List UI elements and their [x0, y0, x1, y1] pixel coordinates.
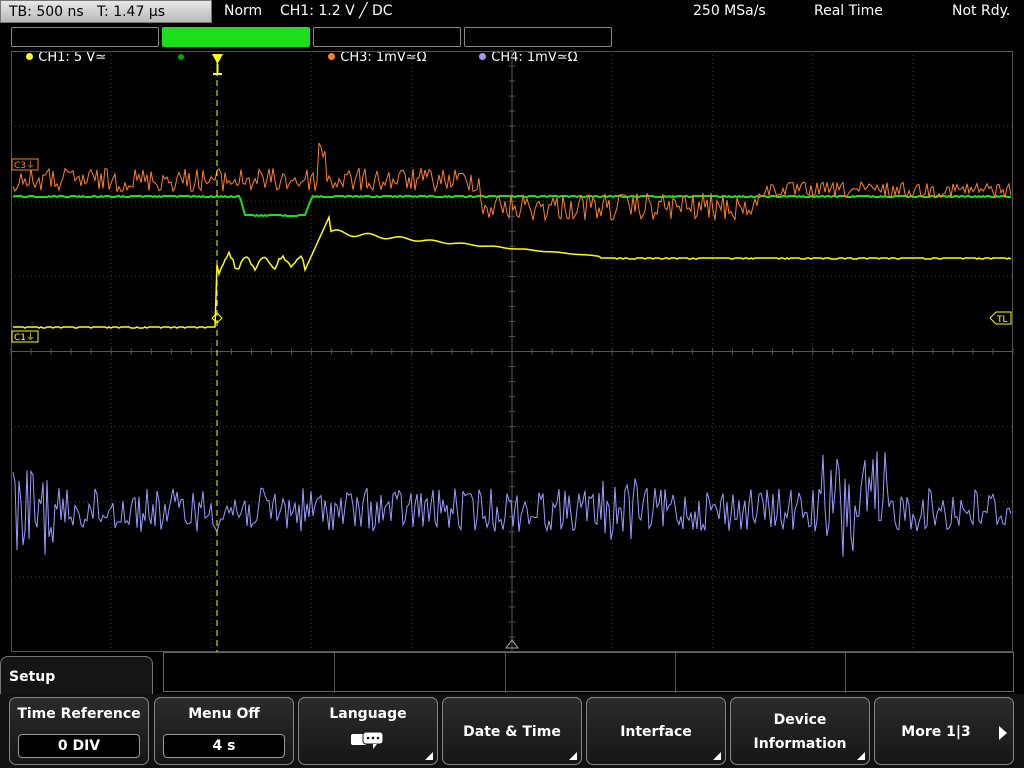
more-label: More 1|3	[901, 724, 971, 740]
c3-marker: C3⏚	[11, 158, 39, 171]
device-info-label-2: Information	[753, 736, 847, 752]
submenu-indicator-icon	[425, 752, 433, 760]
submenu-indicator-icon	[713, 752, 721, 760]
submenu-indicator-icon	[857, 752, 865, 760]
time-reference-label: Time Reference	[17, 706, 141, 722]
next-page-arrow-icon	[999, 726, 1007, 740]
c1-marker: C1⏚	[11, 330, 39, 343]
language-softkey[interactable]: Language	[298, 697, 438, 765]
interface-softkey[interactable]: Interface	[586, 697, 726, 765]
trigger-time-marker-icon	[212, 54, 223, 75]
device-information-softkey[interactable]: Device Information	[730, 697, 870, 765]
time-reference-softkey[interactable]: Time Reference 0 DIV	[9, 697, 149, 765]
c3-marker-label: C3⏚	[14, 160, 35, 171]
submenu-indicator-icon	[569, 752, 577, 760]
more-softkey[interactable]: More 1|3	[874, 697, 1014, 765]
message-area	[163, 652, 1014, 693]
menu-off-softkey[interactable]: Menu Off 4 s	[154, 697, 294, 765]
c1-marker-label: C1⏚	[14, 332, 35, 343]
graticule-grid	[10, 50, 1014, 653]
menu-off-value: 4 s	[163, 734, 285, 758]
date-time-softkey[interactable]: Date & Time	[442, 697, 582, 765]
date-time-label: Date & Time	[463, 724, 561, 740]
interface-label: Interface	[620, 724, 692, 740]
speech-bubbles-icon	[351, 731, 384, 749]
menu-off-label: Menu Off	[188, 706, 260, 722]
menu-title: Setup	[9, 669, 56, 685]
device-info-label-1: Device	[773, 712, 827, 728]
time-reference-value: 0 DIV	[18, 734, 140, 758]
trigger-level-label: TL	[996, 315, 1008, 325]
language-label: Language	[329, 706, 407, 722]
trigger-level-marker: TL	[989, 311, 1012, 325]
